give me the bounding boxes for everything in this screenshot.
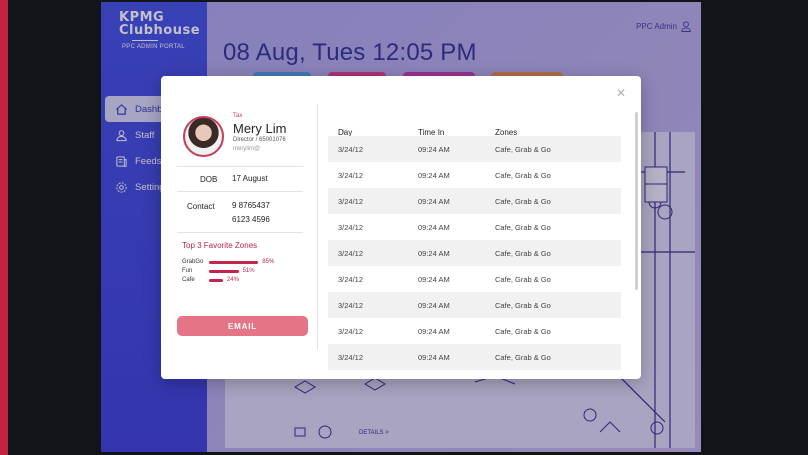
table-header: Day ↕ Time In ↕ Zones ↕ (338, 128, 518, 137)
favorite-zone-bar (209, 260, 259, 264)
favorite-zone-item: GrabGo 85% (182, 259, 275, 265)
sort-icon: ↕ (342, 128, 346, 135)
dob-label: DOB (200, 175, 218, 184)
zones-cell: Cafe, Grab & Go (495, 301, 551, 310)
staff-role: Director / 65001076 (233, 137, 286, 143)
sort-icon: ↕ (499, 128, 503, 135)
zones-cell: Cafe, Grab & Go (495, 197, 551, 206)
favorite-zone-bar (209, 278, 223, 282)
window-edge (0, 0, 8, 455)
table-row[interactable]: 3/24/12 09:24 AM Cafe, Grab & Go (328, 240, 621, 266)
time-in-cell: 09:24 AM (418, 171, 450, 180)
time-in-cell: 09:24 AM (418, 145, 450, 154)
day-cell: 3/24/12 (338, 171, 364, 180)
contact-phone-1: 9 8765437 (232, 201, 270, 210)
day-cell: 3/24/12 (338, 145, 364, 154)
contact-label: Contact (187, 202, 215, 211)
sort-icon: ↕ (422, 128, 426, 135)
favorite-zone-item: Cafe 24% (182, 277, 239, 283)
table-row[interactable]: 3/24/12 09:24 AM Cafe, Grab & Go (328, 162, 621, 188)
time-in-cell: 09:24 AM (418, 223, 450, 232)
zones-cell: Cafe, Grab & Go (495, 223, 551, 232)
day-cell: 3/24/12 (338, 301, 364, 310)
time-in-cell: 09:24 AM (418, 275, 450, 284)
department: Tax (233, 113, 243, 119)
table-row[interactable]: 3/24/12 09:24 AM Cafe, Grab & Go (328, 344, 621, 370)
attendance-table: Day ↕ Time In ↕ Zones ↕ 3/24/12 09:24 AM Cafe… (328, 116, 621, 370)
time-in-cell: 09:24 AM (418, 249, 450, 258)
table-row[interactable]: 3/24/12 09:24 AM Cafe, Grab & Go (328, 188, 621, 214)
table-row[interactable]: 3/24/12 09:24 AM Cafe, Grab & Go (328, 318, 621, 344)
day-cell: 3/24/12 (338, 353, 364, 362)
time-in-cell: 09:24 AM (418, 327, 450, 336)
favorite-zones-title: Top 3 Favorite Zones (182, 241, 258, 250)
table-row[interactable]: 3/24/12 09:24 AM Cafe, Grab & Go (328, 214, 621, 240)
time-in-cell: 09:24 AM (418, 301, 450, 310)
zones-cell: Cafe, Grab & Go (495, 171, 551, 180)
day-cell: 3/24/12 (338, 327, 364, 336)
favorite-zone-bar (209, 269, 239, 273)
table-body: 3/24/12 09:24 AM Cafe, Grab & Go 3/24/12 09:… (328, 136, 621, 370)
dob-value: 17 August (232, 174, 268, 183)
day-cell: 3/24/12 (338, 223, 364, 232)
staff-name: Mery Lim (233, 121, 287, 136)
time-in-cell: 09:24 AM (418, 197, 450, 206)
staff-email: merylim@ (233, 146, 261, 152)
table-scrollbar[interactable] (635, 112, 638, 290)
table-row[interactable]: 3/24/12 09:24 AM Cafe, Grab & Go (328, 292, 621, 318)
email-button[interactable]: EMAIL (177, 316, 308, 336)
close-icon[interactable]: ✕ (616, 86, 626, 100)
zones-cell: Cafe, Grab & Go (495, 353, 551, 362)
table-row[interactable]: 3/24/12 09:24 AM Cafe, Grab & Go (328, 266, 621, 292)
zones-cell: Cafe, Grab & Go (495, 249, 551, 258)
contact-phone-2: 6123 4596 (232, 215, 270, 224)
table-row[interactable]: 3/24/12 09:24 AM Cafe, Grab & Go (328, 136, 621, 162)
day-cell: 3/24/12 (338, 249, 364, 258)
zones-cell: Cafe, Grab & Go (495, 145, 551, 154)
day-cell: 3/24/12 (338, 197, 364, 206)
panel-divider (317, 104, 318, 350)
dob-field: DOB 17 August (177, 166, 303, 191)
zones-cell: Cafe, Grab & Go (495, 327, 551, 336)
contact-field: Contact 9 8765437 6123 4596 (177, 191, 303, 232)
favorite-zone-item: Fun 51% (182, 268, 255, 274)
day-cell: 3/24/12 (338, 275, 364, 284)
zones-cell: Cafe, Grab & Go (495, 275, 551, 284)
avatar (183, 116, 224, 157)
time-in-cell: 09:24 AM (418, 353, 450, 362)
divider (177, 232, 303, 233)
staff-detail-modal: ✕ Tax Mery Lim Director / 65001076 meryl… (161, 76, 641, 379)
